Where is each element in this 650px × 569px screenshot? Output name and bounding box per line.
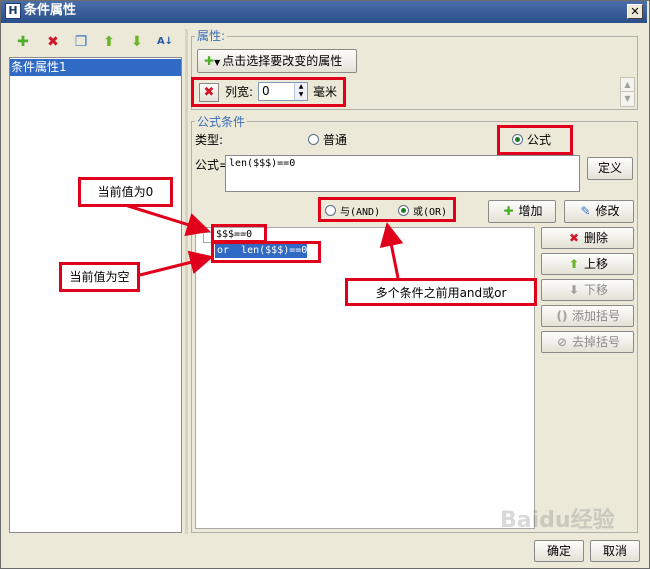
- callout-current-zero: 当前值为0: [78, 177, 173, 207]
- callout-current-empty: 当前值为空: [59, 262, 140, 292]
- arrow-to-logic: [379, 222, 404, 279]
- arrow-to-condition-1: [124, 203, 211, 237]
- callout-multi-condition: 多个条件之前用and或or: [345, 278, 537, 306]
- arrow-to-condition-2: [139, 250, 214, 277]
